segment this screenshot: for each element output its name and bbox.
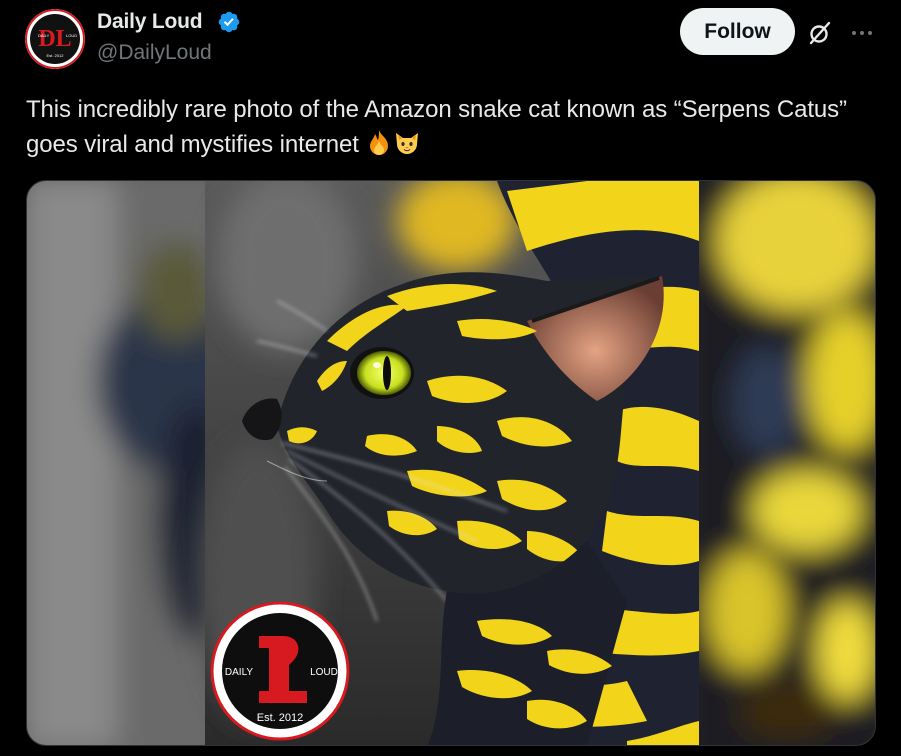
blurred-right-background xyxy=(677,181,875,745)
author-avatar[interactable]: DL DAILY LOUD Est. 2012 xyxy=(25,9,85,69)
daily-loud-logo-icon: DL DAILY LOUD Est. 2012 xyxy=(25,9,85,69)
author-display-name[interactable]: Daily Loud xyxy=(97,10,203,34)
daily-loud-watermark: DAILY LOUD Est. 2012 xyxy=(210,601,350,741)
post-text: This incredibly rare photo of the Amazon… xyxy=(26,92,876,162)
svg-text:DAILY: DAILY xyxy=(38,33,50,38)
watermark-daily-text: DAILY xyxy=(225,667,253,678)
post-text-content: This incredibly rare photo of the Amazon… xyxy=(26,96,847,158)
verified-badge-icon xyxy=(218,11,240,33)
more-horizontal-icon[interactable] xyxy=(848,19,876,47)
svg-text:LOUD: LOUD xyxy=(66,33,77,38)
svg-text:DL: DL xyxy=(38,26,71,52)
post: DL DAILY LOUD Est. 2012 Daily Loud @Dail… xyxy=(0,0,901,756)
snake-cat-photo: DAILY LOUD Est. 2012 xyxy=(27,181,875,745)
watermark-est-text: Est. 2012 xyxy=(257,712,303,724)
cat-face-emoji-icon xyxy=(396,133,419,154)
grok-icon[interactable] xyxy=(806,19,834,47)
follow-button[interactable]: Follow xyxy=(680,8,795,55)
post-media-image[interactable]: DAILY LOUD Est. 2012 xyxy=(26,180,876,746)
author-handle[interactable]: @DailyLoud xyxy=(97,41,212,65)
svg-text:Est. 2012: Est. 2012 xyxy=(47,53,65,58)
watermark-loud-text: LOUD xyxy=(310,667,338,678)
fire-emoji-icon xyxy=(370,130,389,155)
